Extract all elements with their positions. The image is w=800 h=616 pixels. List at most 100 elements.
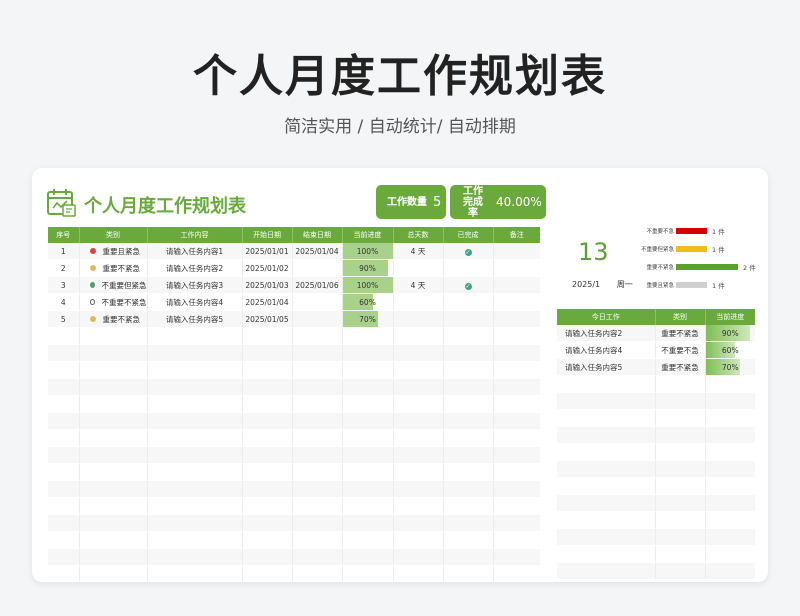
empty-cell[interactable] <box>79 548 148 566</box>
end-date-cell[interactable]: 2025/01/06 <box>292 276 343 294</box>
start-date-cell[interactable]: 2025/01/04 <box>242 293 293 311</box>
empty-cell[interactable] <box>443 514 494 532</box>
empty-cell[interactable] <box>443 446 494 464</box>
empty-cell[interactable] <box>393 497 444 515</box>
empty-cell[interactable] <box>393 514 444 532</box>
empty-cell[interactable] <box>79 497 148 515</box>
empty-cell[interactable] <box>147 463 243 481</box>
note-cell[interactable] <box>493 293 540 311</box>
empty-cell[interactable] <box>79 327 148 345</box>
empty-cell[interactable] <box>79 395 148 413</box>
done-cell[interactable] <box>443 293 494 311</box>
empty-cell[interactable] <box>493 395 540 413</box>
empty-cell[interactable] <box>342 429 394 447</box>
empty-cell[interactable] <box>242 480 293 498</box>
empty-cell[interactable] <box>393 412 444 430</box>
empty-cell[interactable] <box>292 395 343 413</box>
empty-cell[interactable] <box>79 412 148 430</box>
empty-cell[interactable] <box>48 344 80 362</box>
empty-cell[interactable] <box>147 565 243 582</box>
end-date-cell[interactable] <box>292 310 343 328</box>
empty-cell[interactable] <box>393 548 444 566</box>
empty-cell[interactable] <box>48 565 80 582</box>
empty-cell[interactable] <box>342 565 394 582</box>
empty-cell[interactable] <box>79 480 148 498</box>
empty-cell[interactable] <box>242 429 293 447</box>
end-date-cell[interactable]: 2025/01/04 <box>292 243 343 260</box>
empty-cell[interactable] <box>292 378 343 396</box>
empty-cell[interactable] <box>48 327 80 345</box>
empty-cell[interactable] <box>242 395 293 413</box>
empty-cell[interactable] <box>48 497 80 515</box>
empty-cell[interactable] <box>147 344 243 362</box>
start-date-cell[interactable]: 2025/01/01 <box>242 243 293 260</box>
empty-cell[interactable] <box>48 531 80 549</box>
note-cell[interactable] <box>493 310 540 328</box>
empty-cell[interactable] <box>242 463 293 481</box>
empty-cell[interactable] <box>393 463 444 481</box>
task-cell[interactable]: 请输入任务内容2 <box>147 259 243 277</box>
empty-cell[interactable] <box>493 344 540 362</box>
category-cell[interactable]: 不重要但紧急 <box>79 276 148 294</box>
empty-cell[interactable] <box>242 497 293 515</box>
done-cell[interactable]: ✓ <box>443 243 494 260</box>
empty-cell[interactable] <box>443 565 494 582</box>
note-cell[interactable] <box>493 243 540 260</box>
start-date-cell[interactable]: 2025/01/02 <box>242 259 293 277</box>
empty-cell[interactable] <box>292 514 343 532</box>
empty-cell[interactable] <box>147 497 243 515</box>
empty-cell[interactable] <box>292 446 343 464</box>
done-cell[interactable] <box>443 259 494 277</box>
empty-cell[interactable] <box>292 429 343 447</box>
end-date-cell[interactable] <box>292 259 343 277</box>
empty-cell[interactable] <box>79 361 148 379</box>
empty-cell[interactable] <box>79 514 148 532</box>
empty-cell[interactable] <box>48 429 80 447</box>
empty-cell[interactable] <box>443 531 494 549</box>
category-cell[interactable]: 不重要不紧急 <box>79 293 148 311</box>
empty-cell[interactable] <box>48 361 80 379</box>
empty-cell[interactable] <box>443 497 494 515</box>
empty-cell[interactable] <box>147 446 243 464</box>
empty-cell[interactable] <box>493 514 540 532</box>
empty-cell[interactable] <box>147 429 243 447</box>
empty-cell[interactable] <box>443 361 494 379</box>
empty-cell[interactable] <box>493 378 540 396</box>
empty-cell[interactable] <box>443 395 494 413</box>
empty-cell[interactable] <box>147 480 243 498</box>
empty-cell[interactable] <box>393 378 444 396</box>
empty-cell[interactable] <box>292 344 343 362</box>
empty-cell[interactable] <box>342 344 394 362</box>
task-cell[interactable]: 请输入任务内容1 <box>147 243 243 260</box>
today-task-cell[interactable]: 请输入任务内容2 <box>557 325 656 342</box>
task-cell[interactable]: 请输入任务内容3 <box>147 276 243 294</box>
empty-cell[interactable] <box>147 327 243 345</box>
empty-cell[interactable] <box>292 548 343 566</box>
empty-cell[interactable] <box>493 446 540 464</box>
empty-cell[interactable] <box>79 565 148 582</box>
empty-cell[interactable] <box>242 531 293 549</box>
empty-cell[interactable] <box>342 480 394 498</box>
empty-cell[interactable] <box>79 446 148 464</box>
empty-cell[interactable] <box>147 548 243 566</box>
empty-cell[interactable] <box>342 497 394 515</box>
start-date-cell[interactable]: 2025/01/03 <box>242 276 293 294</box>
empty-cell[interactable] <box>393 429 444 447</box>
empty-cell[interactable] <box>443 412 494 430</box>
empty-cell[interactable] <box>79 344 148 362</box>
empty-cell[interactable] <box>393 361 444 379</box>
progress-cell[interactable]: 100% <box>342 276 394 294</box>
empty-cell[interactable] <box>393 327 444 345</box>
empty-cell[interactable] <box>292 497 343 515</box>
today-task-cell[interactable]: 请输入任务内容4 <box>557 341 656 359</box>
empty-cell[interactable] <box>242 548 293 566</box>
empty-cell[interactable] <box>79 531 148 549</box>
empty-cell[interactable] <box>493 531 540 549</box>
empty-cell[interactable] <box>79 463 148 481</box>
empty-cell[interactable] <box>393 446 444 464</box>
empty-cell[interactable] <box>443 463 494 481</box>
empty-cell[interactable] <box>342 463 394 481</box>
today-task-cell[interactable]: 请输入任务内容5 <box>557 358 656 376</box>
progress-cell[interactable]: 90% <box>342 259 394 277</box>
empty-cell[interactable] <box>443 429 494 447</box>
